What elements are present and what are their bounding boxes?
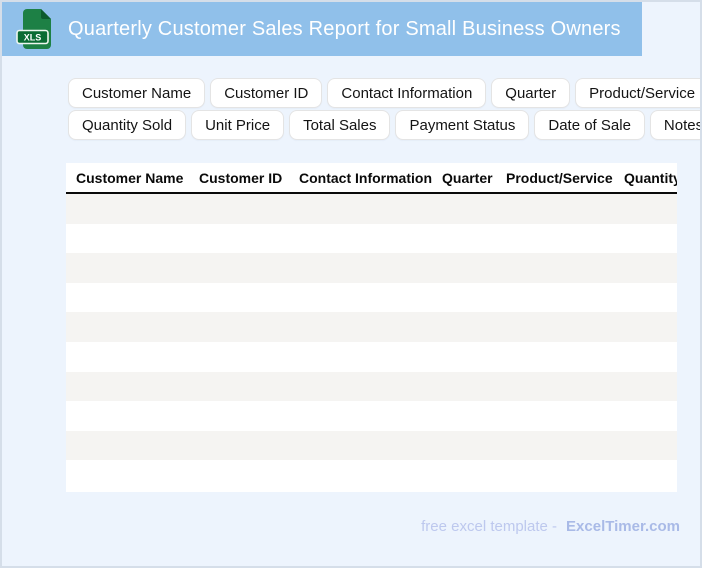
field-chip-product-service[interactable]: Product/Service — [575, 78, 700, 108]
field-chip-quarter[interactable]: Quarter — [491, 78, 571, 108]
template-preview-window: XLS Quarterly Customer Sales Report for … — [0, 0, 702, 568]
table-row — [66, 312, 677, 342]
table-row — [66, 194, 677, 224]
footer-text: free excel template - — [421, 518, 558, 535]
field-chips-row-2: Quantity Sold Unit Price Total Sales Paymen… — [68, 110, 700, 140]
field-chip-total-sales[interactable]: Total Sales — [289, 110, 391, 140]
brand-link[interactable]: ExcelTimer.com — [566, 518, 680, 535]
field-chip-unit-price[interactable]: Unit Price — [191, 110, 285, 140]
column-header-quarter: Quarter — [442, 169, 493, 186]
table-row — [66, 371, 677, 402]
field-chip-customer-name[interactable]: Customer Name — [68, 78, 206, 108]
field-chips: Customer Name Customer ID Contact Informat… — [68, 78, 700, 142]
table-row — [66, 430, 677, 461]
column-header-quantity-sold: Quantity Sold — [624, 169, 677, 186]
footer: free excel template - ExcelTimer.com — [421, 518, 680, 535]
column-header-customer-name: Customer Name — [76, 169, 184, 186]
xls-file-icon: XLS — [15, 8, 55, 50]
page-title: Quarterly Customer Sales Report for Smal… — [68, 17, 621, 40]
field-chip-notes[interactable]: Notes — [649, 110, 700, 140]
table-header-row: Customer Name Customer ID Contact Informat… — [66, 163, 677, 194]
table-row — [66, 224, 677, 254]
xls-icon-label: XLS — [24, 33, 42, 43]
table-row — [66, 283, 677, 313]
title-bar: XLS Quarterly Customer Sales Report for … — [2, 2, 642, 56]
field-chip-customer-id[interactable]: Customer ID — [210, 78, 323, 108]
sales-table: Customer Name Customer ID Contact Informat… — [66, 163, 677, 492]
table-row — [66, 460, 677, 490]
column-header-customer-id: Customer ID — [199, 169, 283, 186]
table-body — [66, 194, 677, 490]
field-chip-payment-status[interactable]: Payment Status — [395, 110, 530, 140]
column-header-product-service: Product/Service — [506, 169, 613, 186]
table-row — [66, 253, 677, 283]
column-header-contact-information: Contact Information — [299, 169, 432, 186]
table-row — [66, 401, 677, 431]
table-row — [66, 342, 677, 372]
field-chip-date-of-sale[interactable]: Date of Sale — [534, 110, 645, 140]
field-chip-quantity-sold[interactable]: Quantity Sold — [68, 110, 187, 140]
field-chips-row-1: Customer Name Customer ID Contact Informat… — [68, 78, 700, 108]
field-chip-contact-information[interactable]: Contact Information — [327, 78, 487, 108]
